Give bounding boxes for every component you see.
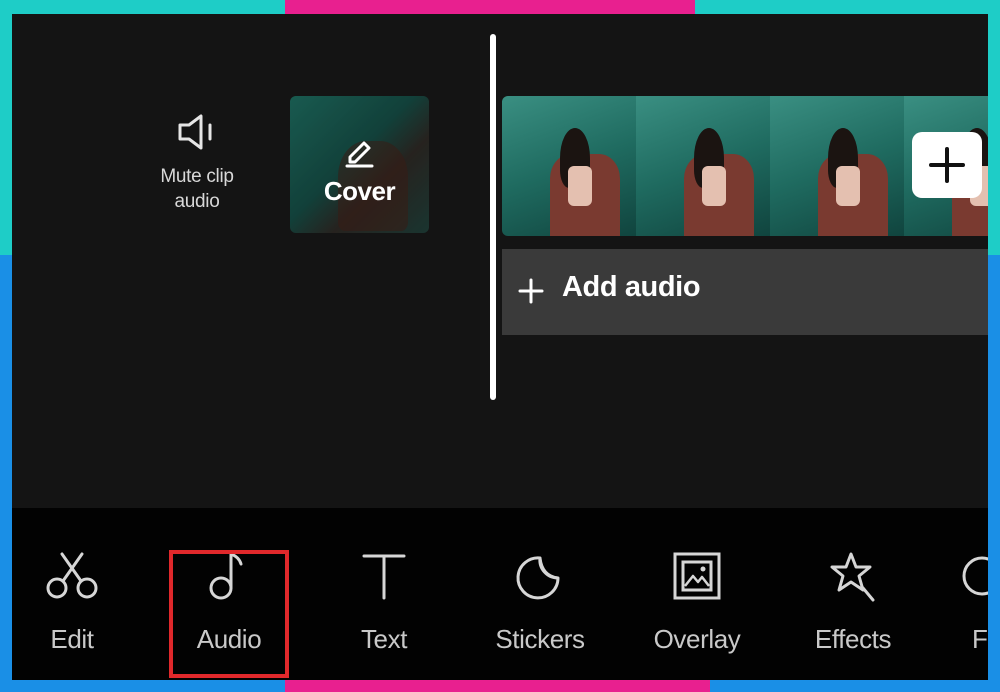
mute-clip-audio-button[interactable]: Mute clip audio	[142, 112, 252, 214]
add-audio-label: Add audio	[562, 271, 701, 303]
audio-highlight-box	[169, 550, 289, 678]
timeline-playhead[interactable]	[490, 34, 496, 400]
editor-screen: Mute clip audio Cover Add audio Edit Aud…	[12, 14, 988, 680]
cover-button[interactable]: Cover	[290, 96, 429, 233]
pencil-icon	[345, 141, 374, 168]
frame-border-top-mid	[285, 0, 695, 14]
mute-clip-audio-label: Mute clip audio	[160, 166, 234, 212]
plus-icon	[518, 278, 544, 304]
toolbar-item-label: Effects	[814, 624, 892, 654]
frame-border-bottom-mid	[285, 680, 710, 692]
toolbar-item-edit[interactable]: Edit	[12, 548, 147, 655]
text-icon	[362, 554, 406, 600]
toolbar-item-label: Stickers	[495, 624, 585, 654]
cover-label: Cover	[323, 176, 396, 206]
add-audio-button[interactable]: Add audio	[502, 249, 988, 335]
plus-icon	[929, 147, 965, 183]
bottom-toolbar: Edit Audio Text Stickers Overlay Effects…	[12, 508, 988, 680]
toolbar-item-label: Edit	[50, 624, 94, 654]
toolbar-item-filters[interactable]: Fi	[934, 548, 988, 655]
toolbar-item-label: Overlay	[653, 624, 741, 654]
sticker-icon	[516, 556, 560, 600]
toolbar-item-label: Text	[360, 624, 408, 654]
toolbar-item-effects[interactable]: Effects	[778, 548, 928, 655]
scissors-icon	[46, 552, 98, 599]
toolbar-item-stickers[interactable]: Stickers	[465, 548, 615, 655]
filter-icon	[962, 556, 988, 596]
clip-frame-thumbnail	[770, 96, 904, 236]
overlay-icon	[673, 552, 721, 600]
toolbar-item-text[interactable]: Text	[309, 548, 459, 655]
toolbar-item-label: Fi	[972, 624, 988, 654]
effects-star-icon	[830, 552, 875, 602]
add-clip-button[interactable]	[912, 132, 982, 198]
speaker-icon	[178, 114, 212, 150]
clip-frame-thumbnail	[502, 96, 636, 236]
toolbar-item-overlay[interactable]: Overlay	[622, 548, 772, 655]
clip-frame-thumbnail	[636, 96, 770, 236]
